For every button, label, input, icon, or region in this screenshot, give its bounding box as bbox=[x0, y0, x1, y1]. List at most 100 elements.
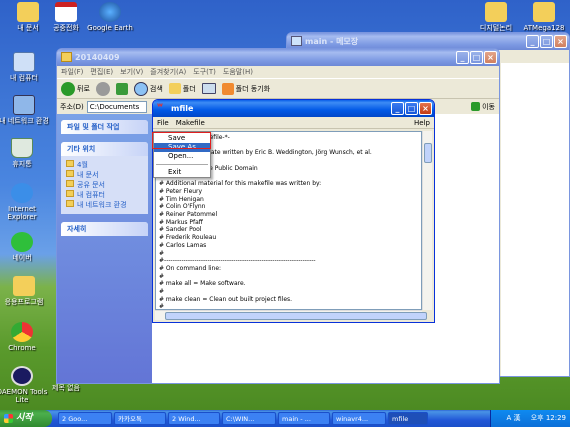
back-arrow-icon bbox=[61, 81, 75, 96]
close-button[interactable]: × bbox=[419, 102, 432, 115]
tray-clock[interactable]: 오후 12:29 bbox=[531, 414, 566, 422]
desktop-icon-recycle-bin[interactable]: 휴지통 bbox=[0, 138, 48, 168]
other-places-title[interactable]: 기타 위치 bbox=[61, 142, 148, 156]
menu-tools[interactable]: 도구(T) bbox=[193, 66, 216, 78]
views-icon bbox=[201, 83, 216, 94]
chrome-icon bbox=[11, 322, 33, 342]
editor-line: # Carlos Lamas bbox=[159, 241, 207, 249]
menu-item-open[interactable]: Open... bbox=[154, 152, 210, 161]
folder-icon bbox=[61, 52, 72, 62]
taskbar: 시작 2 Goo... 카카오톡 2 Wind... C:\WIN... mai… bbox=[0, 410, 570, 427]
menu-edit[interactable]: 편집(E) bbox=[90, 66, 113, 78]
folder-icon bbox=[485, 2, 507, 22]
address-input[interactable]: C:\Documents bbox=[86, 100, 147, 113]
maximize-button[interactable]: □ bbox=[470, 51, 483, 64]
explorer-window-buttons: _ □ × bbox=[456, 51, 497, 64]
maximize-button[interactable]: □ bbox=[405, 102, 418, 115]
desktop-icon-my-computer[interactable]: 내 컴퓨터 bbox=[0, 52, 50, 82]
taskbar-item-notepad[interactable]: main - ... bbox=[278, 412, 330, 425]
other-place-network[interactable]: 내 네트워크 환경 bbox=[66, 200, 143, 210]
menu-item-exit[interactable]: Exit bbox=[154, 168, 210, 177]
computer-icon bbox=[13, 52, 35, 72]
other-place-april[interactable]: 4월 bbox=[66, 160, 143, 170]
editor-line: # make clean = Clean out built project f… bbox=[159, 295, 293, 303]
app-icon bbox=[11, 232, 33, 252]
taskbar-item-mfile[interactable]: mfile bbox=[388, 412, 428, 425]
desktop-icon-chrome[interactable]: Chrome bbox=[0, 322, 48, 352]
folder-documents-icon bbox=[17, 2, 39, 22]
search-button[interactable]: 검색 bbox=[133, 81, 163, 96]
explorer-menubar: 파일(F) 편집(E) 보기(V) 즐겨찾기(A) 도구(T) 도움말(H) bbox=[57, 66, 499, 78]
menu-favorites[interactable]: 즐겨찾기(A) bbox=[150, 66, 186, 78]
other-place-shared-documents[interactable]: 공유 문서 bbox=[66, 180, 143, 190]
desktop-icon-network[interactable]: 내 네트워크 환경 bbox=[0, 95, 50, 125]
folders-button[interactable]: 폴더 bbox=[168, 83, 196, 94]
maximize-button[interactable]: □ bbox=[540, 35, 553, 48]
tasks-panel-title[interactable]: 파일 및 폴더 작업 bbox=[61, 120, 148, 134]
up-button[interactable] bbox=[115, 82, 128, 95]
editor-line: # Markus Pfaff bbox=[159, 218, 203, 226]
go-arrow-icon bbox=[471, 102, 481, 111]
explorer-titlebar[interactable]: 20140409 _ □ × bbox=[57, 49, 499, 66]
menu-help[interactable]: 도움말(H) bbox=[223, 66, 253, 78]
forward-button[interactable] bbox=[95, 81, 110, 96]
taskbar-item-windows[interactable]: 2 Wind... bbox=[168, 412, 220, 425]
desktop-icon-digital-logic[interactable]: 디지털논리 bbox=[470, 2, 522, 32]
daemon-icon bbox=[11, 366, 33, 386]
go-button[interactable]: 이동 bbox=[471, 102, 495, 112]
notepad-text-area[interactable] bbox=[501, 63, 569, 376]
folder-sync-button[interactable]: 폴더 동기화 bbox=[221, 82, 270, 95]
vertical-scroll-thumb[interactable] bbox=[424, 143, 432, 163]
desktop-icon-google-earth[interactable]: Google Earth bbox=[84, 2, 136, 32]
menu-view[interactable]: 보기(V) bbox=[120, 66, 143, 78]
mfile-titlebar[interactable]: ʷ mfile _ □ × bbox=[153, 100, 434, 117]
horizontal-scrollbar[interactable] bbox=[155, 310, 427, 320]
system-tray: A 漢 오후 12:29 bbox=[490, 410, 570, 427]
tasks-panel: 파일 및 폴더 작업 bbox=[61, 120, 148, 134]
taskbar-item-cmd[interactable]: C:\WIN... bbox=[222, 412, 276, 425]
close-button[interactable]: × bbox=[554, 35, 567, 48]
other-place-my-computer[interactable]: 내 컴퓨터 bbox=[66, 190, 143, 200]
search-icon bbox=[133, 81, 148, 96]
other-place-my-documents[interactable]: 내 문서 bbox=[66, 170, 143, 180]
vertical-scrollbar[interactable] bbox=[422, 131, 432, 310]
back-button[interactable]: 뒤로 bbox=[61, 81, 90, 96]
editor-line: # Tim Henigan bbox=[159, 195, 204, 203]
folder-icon bbox=[533, 2, 555, 22]
mfile-title: mfile bbox=[171, 104, 194, 113]
minimize-button[interactable]: _ bbox=[526, 35, 539, 48]
desktop-icon-apps-folder[interactable]: 응용프로그램 bbox=[0, 276, 50, 306]
ie-icon bbox=[11, 183, 33, 203]
start-button[interactable]: 시작 bbox=[0, 410, 52, 427]
ime-indicator[interactable]: A 漢 bbox=[506, 414, 520, 422]
menu-file[interactable]: 파일(F) bbox=[61, 66, 83, 78]
other-places-panel: 기타 위치 4월 내 문서 공유 문서 내 컴퓨터 내 네트워크 환경 bbox=[61, 142, 148, 214]
editor-line: # make all = Make software. bbox=[159, 280, 246, 288]
desktop-icon-ie[interactable]: Internet Explorer bbox=[0, 183, 48, 221]
notepad-title: main - 메모장 bbox=[305, 37, 359, 46]
mfile-menu-help[interactable]: Help bbox=[414, 117, 430, 129]
minimize-button[interactable]: _ bbox=[456, 51, 469, 64]
minimize-button[interactable]: _ bbox=[391, 102, 404, 115]
desktop-icon-naver[interactable]: 네이버 bbox=[0, 232, 48, 262]
desktop-icon-atmega128[interactable]: ATMega128 bbox=[518, 2, 570, 32]
taskbar-item-kakaotalk[interactable]: 카카오톡 bbox=[114, 412, 166, 425]
close-button[interactable]: × bbox=[484, 51, 497, 64]
views-button[interactable] bbox=[201, 83, 216, 94]
mfile-menu-makefile[interactable]: Makefile bbox=[176, 117, 205, 128]
details-panel-title[interactable]: 자세히 bbox=[61, 222, 148, 236]
editor-line: # bbox=[159, 249, 165, 257]
taskbar-item-winavr[interactable]: winavr4... bbox=[332, 412, 386, 425]
taskbar-item-google[interactable]: 2 Goo... bbox=[58, 412, 112, 425]
address-label: 주소(D) bbox=[60, 102, 84, 111]
horizontal-scroll-thumb[interactable] bbox=[165, 312, 427, 320]
editor-line: # Colin O'Flynn bbox=[159, 203, 206, 211]
editor-line: # bbox=[159, 272, 165, 280]
editor-line: # Additional material for this makefile … bbox=[159, 180, 322, 188]
mfile-menu-file[interactable]: File bbox=[157, 117, 169, 128]
editor-line: # Sander Pool bbox=[159, 226, 202, 234]
desktop-icon-untitled[interactable]: 제목 없음 bbox=[40, 384, 92, 392]
folder-icon bbox=[168, 83, 181, 94]
editor-line: # Reiner Patommel bbox=[159, 211, 218, 219]
mfile-app-icon: ʷ bbox=[157, 102, 163, 113]
